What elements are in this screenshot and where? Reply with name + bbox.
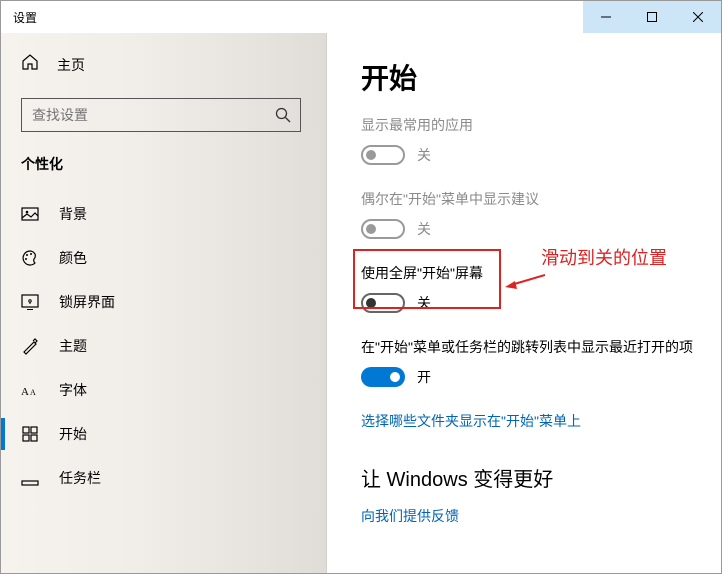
toggle-state: 关 (417, 145, 431, 165)
nav-list: 背景 颜色 锁屏界面 主题 AA 字体 (1, 192, 327, 500)
taskbar-icon (21, 469, 39, 487)
toggle-fullscreen-start[interactable] (361, 293, 405, 313)
option-label: 在"开始"菜单或任务栏的跳转列表中显示最近打开的项 (361, 337, 697, 357)
home-icon (21, 53, 39, 76)
section-heading: 个性化 (1, 148, 327, 192)
window-buttons (583, 1, 721, 33)
toggle-suggestions[interactable] (361, 219, 405, 239)
maximize-button[interactable] (629, 1, 675, 33)
window-title: 设置 (1, 9, 37, 26)
sidebar-item-label: 字体 (59, 380, 87, 400)
link-choose-folders[interactable]: 选择哪些文件夹显示在"开始"菜单上 (361, 411, 697, 431)
start-icon (21, 425, 39, 443)
brush-icon (21, 337, 39, 355)
sidebar-item-taskbar[interactable]: 任务栏 (1, 456, 327, 500)
toggle-most-used-apps[interactable] (361, 145, 405, 165)
toggle-state: 关 (417, 293, 431, 313)
svg-text:A: A (30, 388, 36, 397)
annotation-arrow-icon (505, 271, 545, 291)
toggle-state: 关 (417, 219, 431, 239)
lock-icon (21, 293, 39, 311)
sidebar-item-lockscreen[interactable]: 锁屏界面 (1, 280, 327, 324)
option-suggestions: 偶尔在"开始"菜单中显示建议 关 (361, 189, 697, 239)
search-box[interactable] (21, 98, 301, 132)
annotation-text: 滑动到关的位置 (541, 244, 667, 270)
sidebar-item-label: 任务栏 (59, 468, 101, 488)
option-label: 显示最常用的应用 (361, 115, 697, 135)
toggle-jumplist-recent[interactable] (361, 367, 405, 387)
sidebar-item-background[interactable]: 背景 (1, 192, 327, 236)
settings-window: 设置 主页 (0, 0, 722, 574)
search-input[interactable] (22, 107, 266, 123)
sidebar-item-label: 主题 (59, 336, 87, 356)
titlebar: 设置 (1, 1, 721, 33)
search-icon[interactable] (266, 107, 300, 123)
sidebar-item-fonts[interactable]: AA 字体 (1, 368, 327, 412)
palette-icon (21, 249, 39, 267)
link-feedback[interactable]: 向我们提供反馈 (361, 506, 697, 526)
page-heading: 开始 (361, 57, 697, 97)
picture-icon (21, 205, 39, 223)
sidebar-item-label: 开始 (59, 424, 87, 444)
minimize-button[interactable] (583, 1, 629, 33)
sidebar-item-label: 颜色 (59, 248, 87, 268)
sidebar-item-colors[interactable]: 颜色 (1, 236, 327, 280)
subheading-better-windows: 让 Windows 变得更好 (361, 463, 697, 492)
sidebar-item-label: 背景 (59, 204, 87, 224)
content-pane: 开始 显示最常用的应用 关 偶尔在"开始"菜单中显示建议 关 使用全屏"开始"屏… (327, 33, 721, 573)
home-label: 主页 (57, 55, 85, 75)
option-jumplist-recent: 在"开始"菜单或任务栏的跳转列表中显示最近打开的项 开 (361, 337, 697, 387)
toggle-state: 开 (417, 367, 431, 387)
sidebar-item-start[interactable]: 开始 (1, 412, 327, 456)
svg-text:A: A (21, 386, 29, 397)
close-button[interactable] (675, 1, 721, 33)
option-most-used-apps: 显示最常用的应用 关 (361, 115, 697, 165)
font-icon: AA (21, 381, 39, 399)
sidebar-item-label: 锁屏界面 (59, 292, 115, 312)
option-label: 偶尔在"开始"菜单中显示建议 (361, 189, 697, 209)
sidebar-item-themes[interactable]: 主题 (1, 324, 327, 368)
body: 主页 个性化 背景 颜色 锁屏界面 (1, 33, 721, 573)
sidebar: 主页 个性化 背景 颜色 锁屏界面 (1, 33, 327, 573)
home-row[interactable]: 主页 (1, 45, 327, 98)
